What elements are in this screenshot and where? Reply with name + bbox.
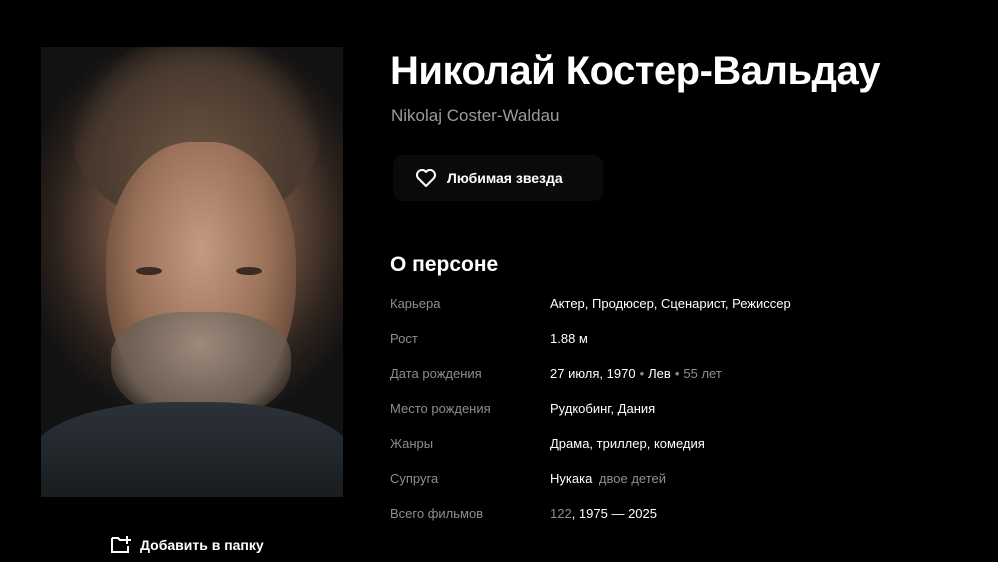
genres-value[interactable]: Драма, триллер, комедия [550,436,705,451]
birth-place-label: Место рождения [390,401,491,416]
add-to-folder-button[interactable]: Добавить в папку [110,535,264,555]
age-value: 55 лет [683,366,722,381]
info-row-birth-date: Дата рождения 27 июля, 1970 • Лев • 55 лет [390,366,722,381]
spouse-name[interactable]: Нукака [550,471,592,486]
info-row-birth-place: Место рождения Рудкобинг, Дания [390,401,970,436]
info-row-height: Рост 1.88 м [390,331,970,366]
career-label: Карьера [390,296,441,311]
spouse-note: двое детей [598,471,667,486]
career-value: Актер, Продюсер, Сценарист, Режиссер [550,296,791,311]
zodiac-value: Лев [648,366,671,381]
info-row-genres: Жанры Драма, триллер, комедия [390,436,970,471]
height-value: 1.88 м [550,331,588,346]
genres-label: Жанры [390,436,434,451]
about-info: Карьера Актер, Продюсер, Сценарист, Режи… [390,296,970,541]
info-row-total-films: Всего фильмов 122, 1975 — 2025 [390,506,970,541]
info-row-career: Карьера Актер, Продюсер, Сценарист, Режи… [390,296,970,331]
total-films-range: , 1975 — 2025 [571,506,657,521]
about-heading: О персоне [390,253,499,276]
folder-plus-icon [111,536,131,553]
info-row-spouse: Супруга Нукака двое детей [390,471,970,506]
birth-date-value[interactable]: 27 июля, 1970 [550,366,636,381]
spouse-label: Супруга [390,471,439,486]
height-label: Рост [390,331,418,346]
favorite-star-button[interactable]: Любимая звезда [393,155,603,201]
birth-date-label: Дата рождения [390,366,482,381]
favorite-star-label: Любимая звезда [447,170,563,186]
person-name: Николай Костер-Вальдау [390,49,880,93]
person-photo [41,47,343,497]
birth-place-value[interactable]: Рудкобинг, Дания [550,401,655,416]
person-original-name: Nikolaj Coster-Waldau [391,106,560,125]
total-films-count[interactable]: 122 [550,506,572,521]
total-films-label: Всего фильмов [390,506,484,521]
add-to-folder-label: Добавить в папку [140,537,264,553]
heart-icon [416,169,436,187]
